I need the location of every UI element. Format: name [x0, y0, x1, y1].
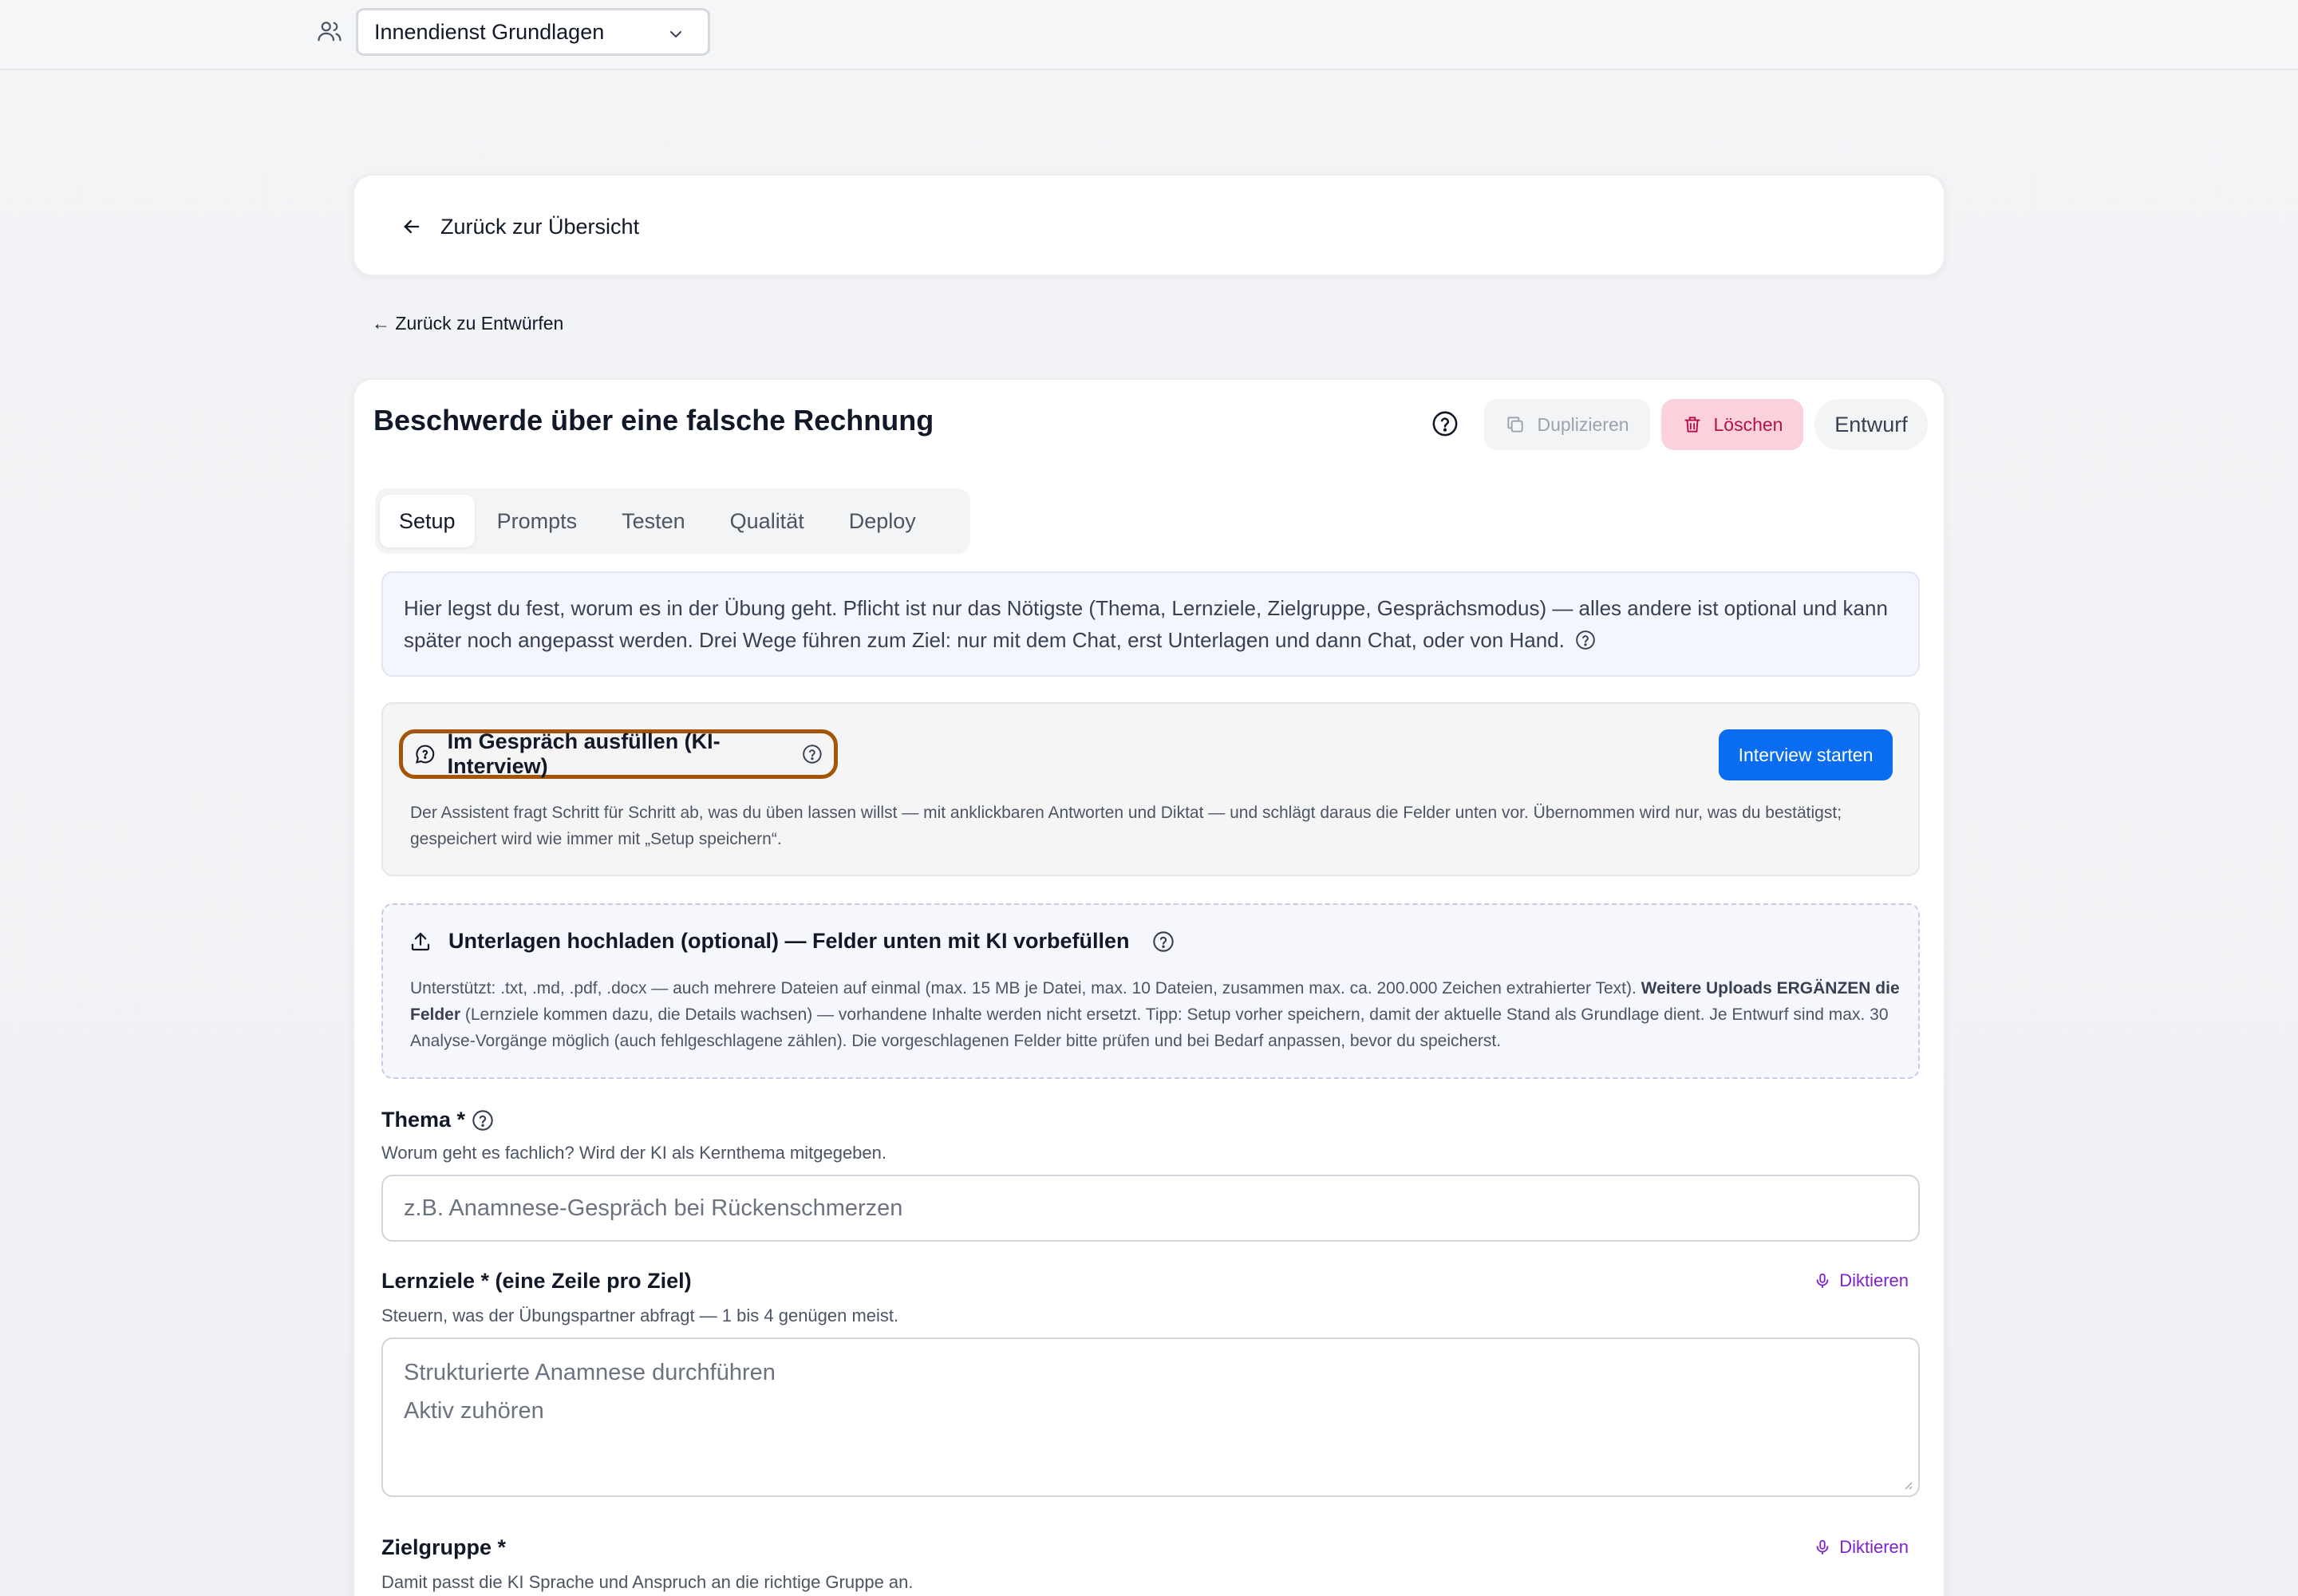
lernziele-hint: Steuern, was der Übungspartner abfragt —…: [381, 1306, 899, 1325]
tab-deploy[interactable]: Deploy: [827, 495, 938, 547]
interview-title[interactable]: Im Gespräch ausfüllen (KI-Interview): [399, 729, 838, 779]
resize-handle-icon[interactable]: [1901, 1478, 1913, 1491]
upload-desc-part2: (Lernziele kommen dazu, die Details wach…: [410, 1005, 1889, 1050]
help-circle-icon[interactable]: [1431, 410, 1459, 437]
tab-prompts[interactable]: Prompts: [475, 495, 600, 547]
zielgruppe-dictate-button[interactable]: Diktieren: [1814, 1537, 1909, 1558]
copy-icon: [1507, 417, 1524, 433]
intro-info-box: Hier legst du fest, worum es in der Übun…: [381, 571, 1920, 677]
back-to-overview-label: Zurück zur Übersicht: [440, 214, 640, 239]
start-interview-button[interactable]: Interview starten: [1719, 729, 1893, 780]
upload-title-label: Unterlagen hochladen (optional) — Felder…: [448, 929, 1130, 953]
upload-title: Unterlagen hochladen (optional) — Felder…: [409, 929, 1175, 954]
arrow-left-icon: [404, 219, 420, 234]
zielgruppe-label-text: Zielgruppe *: [381, 1535, 507, 1559]
chevron-down-icon: [670, 31, 681, 38]
tab-testen[interactable]: Testen: [599, 495, 708, 547]
main-card: Beschwerde über eine falsche Rechnung Du…: [353, 378, 1945, 1596]
back-to-drafts-link[interactable]: ← Zurück zu Entwürfen: [372, 313, 563, 334]
back-card: Zurück zur Übersicht: [353, 174, 1945, 276]
status-badge: Entwurf: [1814, 399, 1928, 450]
lernziele-textarea[interactable]: Strukturierte Anamnese durchführen Aktiv…: [381, 1337, 1920, 1497]
interview-section: Im Gespräch ausfüllen (KI-Interview) Int…: [381, 702, 1920, 876]
page-title: Beschwerde über eine falsche Rechnung: [373, 404, 934, 437]
thema-label-text: Thema *: [381, 1108, 466, 1132]
zielgruppe-hint: Damit passt die KI Sprache und Anspruch …: [381, 1572, 914, 1592]
thema-label: Thema *: [381, 1108, 494, 1132]
intro-text: Hier legst du fest, worum es in der Übun…: [404, 596, 1888, 652]
team-select-value: Innendienst Grundlagen: [374, 19, 605, 44]
help-circle-icon[interactable]: [802, 743, 823, 765]
zielgruppe-label: Zielgruppe *: [381, 1535, 506, 1560]
tab-qualitaet[interactable]: Qualität: [708, 495, 827, 547]
lernziele-placeholder-line2: Aktiv zuhören: [404, 1398, 544, 1424]
lernziele-dictate-button[interactable]: Diktieren: [1814, 1270, 1909, 1291]
thema-hint: Worum geht es fachlich? Wird der KI als …: [381, 1143, 887, 1163]
delete-button[interactable]: Löschen: [1661, 399, 1803, 450]
back-to-overview-button[interactable]: Zurück zur Übersicht: [401, 209, 639, 244]
upload-desc-part1: Unterstützt: .txt, .md, .pdf, .docx — au…: [410, 979, 1641, 998]
top-bar: Innendienst Grundlagen: [0, 0, 2298, 70]
help-circle-icon[interactable]: [472, 1109, 494, 1132]
zielgruppe-dictate-label: Diktieren: [1839, 1537, 1909, 1557]
interview-title-label: Im Gespräch ausfüllen (KI-Interview): [447, 729, 721, 778]
lernziele-label-text: Lernziele * (eine Zeile pro Ziel): [381, 1269, 692, 1293]
upload-description: Unterstützt: .txt, .md, .pdf, .docx — au…: [410, 975, 1902, 1054]
duplicate-label: Duplizieren: [1537, 413, 1629, 435]
help-circle-icon[interactable]: [1152, 930, 1175, 953]
mic-icon: [1816, 1539, 1829, 1555]
lernziele-placeholder-line1: Strukturierte Anamnese durchführen: [404, 1360, 776, 1385]
duplicate-button[interactable]: Duplizieren: [1484, 399, 1650, 450]
tab-bar: Setup Prompts Testen Qualität Deploy: [375, 488, 970, 554]
lernziele-label: Lernziele * (eine Zeile pro Ziel): [381, 1269, 692, 1294]
mic-icon: [1816, 1273, 1829, 1289]
chat-bubble-icon: [415, 745, 435, 764]
trash-icon: [1684, 417, 1700, 433]
upload-dropzone[interactable]: Unterlagen hochladen (optional) — Felder…: [381, 903, 1920, 1079]
delete-label: Löschen: [1713, 413, 1783, 435]
lernziele-dictate-label: Diktieren: [1839, 1270, 1909, 1290]
thema-placeholder: z.B. Anamnese-Gespräch bei Rückenschmerz…: [404, 1195, 903, 1221]
thema-input[interactable]: z.B. Anamnese-Gespräch bei Rückenschmerz…: [381, 1175, 1920, 1242]
help-circle-icon[interactable]: [1575, 630, 1596, 650]
team-select[interactable]: Innendienst Grundlagen: [356, 8, 710, 56]
upload-icon: [411, 931, 430, 950]
interview-description: Der Assistent fragt Schritt für Schritt …: [410, 804, 1842, 848]
users-icon: [318, 22, 342, 41]
tab-setup[interactable]: Setup: [380, 495, 475, 547]
